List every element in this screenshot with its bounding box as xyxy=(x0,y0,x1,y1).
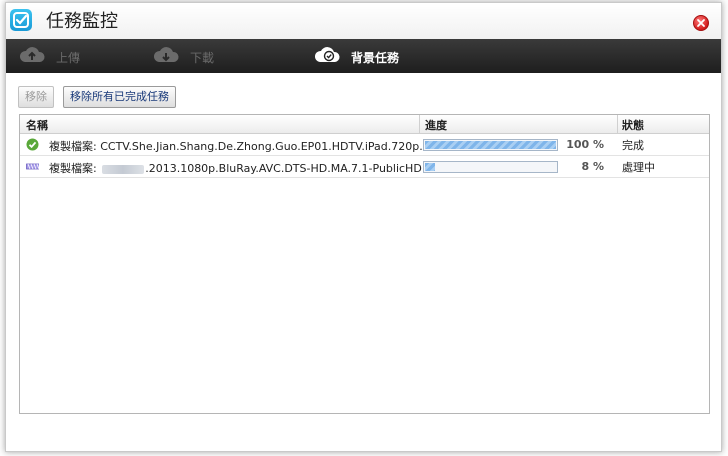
task-status: 處理中 xyxy=(622,161,655,174)
tab-download-label: 下載 xyxy=(190,51,215,65)
table-row[interactable]: 複製檔案: CCTV.She.Jian.Shang.De.Zhong.Guo.E… xyxy=(20,134,709,156)
progress-bar xyxy=(423,139,558,151)
task-name: 複製檔案: .2013.1080p.BluRay.AVC.DTS-HD.MA.7… xyxy=(49,160,422,176)
dialog-title: 任務監控 xyxy=(46,11,118,32)
remove-button[interactable]: 移除 xyxy=(18,86,54,108)
progress-fill xyxy=(425,141,556,149)
table-header: 名稱 進度 狀態 xyxy=(20,115,709,134)
table-row[interactable]: 複製檔案: .2013.1080p.BluRay.AVC.DTS-HD.MA.7… xyxy=(20,156,709,178)
close-button[interactable] xyxy=(693,15,709,31)
progress-bar xyxy=(423,161,558,173)
task-status: 完成 xyxy=(622,139,644,152)
remove-completed-button[interactable]: 移除所有已完成任務 xyxy=(63,86,176,108)
column-header-progress[interactable]: 進度 xyxy=(425,117,447,133)
task-file-name: CCTV.She.Jian.Shang.De.Zhong.Guo.EP01.HD… xyxy=(100,140,441,153)
close-icon xyxy=(697,19,705,27)
task-table: 名稱 進度 狀態 複製檔案: CCTV.She.Jian.Shang.De.Zh… xyxy=(19,114,710,414)
task-monitor-dialog: 任務監控 上傳 下載 背景任務 移除 移除所有已完成任務 名稱 進度 狀態 複製… xyxy=(5,2,722,452)
cloud-download-icon xyxy=(152,43,180,65)
title-bar: 任務監控 xyxy=(6,3,721,39)
progress-fill xyxy=(425,163,435,171)
cloud-check-icon xyxy=(313,43,341,65)
column-divider[interactable] xyxy=(419,115,420,133)
check-circle-icon xyxy=(26,138,39,151)
cloud-upload-icon xyxy=(18,43,46,65)
tab-background-tasks-label: 背景任務 xyxy=(351,51,400,65)
row-divider xyxy=(20,177,709,178)
tab-bar: 上傳 下載 背景任務 xyxy=(6,39,721,73)
task-name: 複製檔案: CCTV.She.Jian.Shang.De.Zhong.Guo.E… xyxy=(49,138,441,154)
progress-percent: 8 % xyxy=(581,160,604,173)
progress-percent: 100 % xyxy=(566,138,604,151)
column-header-status[interactable]: 狀態 xyxy=(622,117,644,133)
task-file-name: .2013.1080p.BluRay.AVC.DTS-HD.MA.7.1-Pub… xyxy=(145,162,422,175)
task-name-prefix: 複製檔案: xyxy=(49,162,101,175)
task-name-prefix: 複製檔案: xyxy=(49,140,101,153)
column-divider[interactable] xyxy=(617,115,618,133)
tab-upload-label: 上傳 xyxy=(56,51,81,65)
in-progress-bar-icon xyxy=(26,160,41,173)
app-check-icon xyxy=(10,9,32,31)
redacted-text xyxy=(102,164,145,174)
column-header-name[interactable]: 名稱 xyxy=(26,117,48,133)
